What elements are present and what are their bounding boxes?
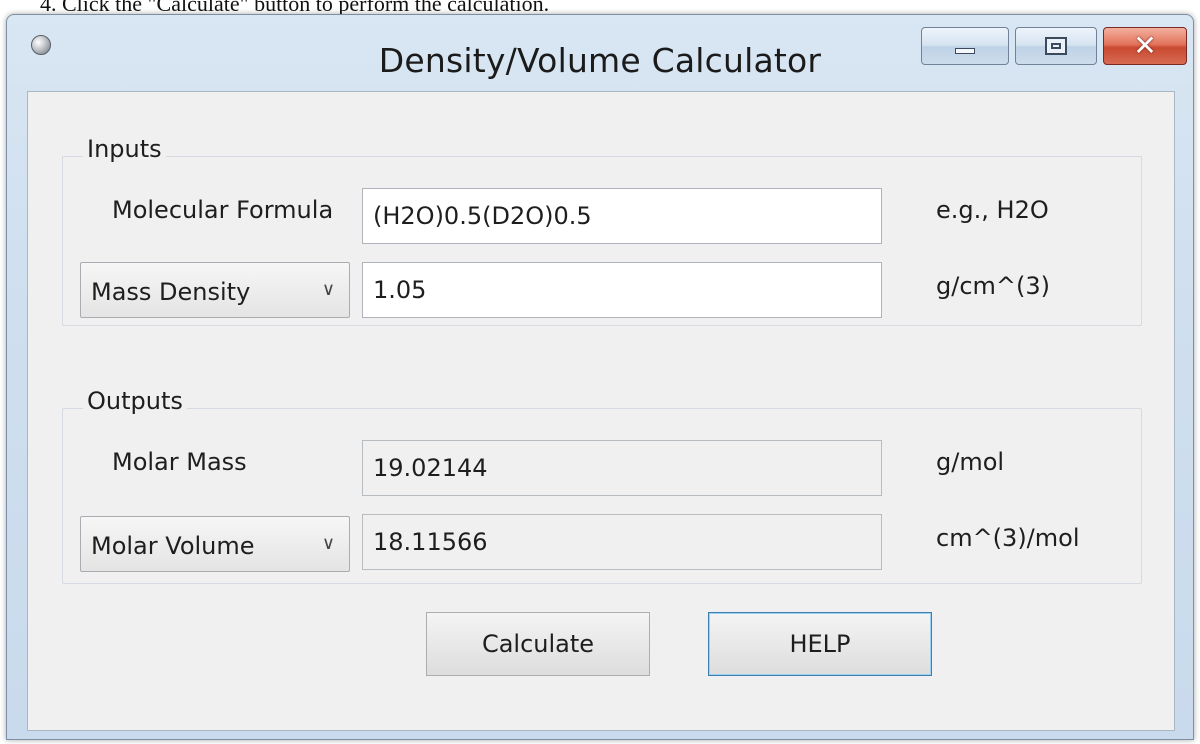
close-button[interactable]: ✕ [1103, 27, 1187, 65]
client-area: Inputs Molecular Formula (H2O)0.5(D2O)0.… [27, 91, 1175, 731]
inputs-group-label: Inputs [83, 135, 166, 163]
molar-mass-output: 19.02144 [362, 440, 882, 496]
help-button[interactable]: HELP [708, 612, 932, 676]
formula-hint: e.g., H2O [936, 196, 1049, 224]
molar-mass-label: Molar Mass [112, 448, 247, 476]
density-type-value: Mass Density [91, 278, 251, 306]
molecular-formula-label: Molecular Formula [112, 196, 334, 224]
minimize-button[interactable] [921, 27, 1009, 65]
chevron-down-icon: ∨ [321, 279, 335, 300]
molecular-formula-input[interactable]: (H2O)0.5(D2O)0.5 [362, 188, 882, 244]
minimize-icon [955, 48, 975, 54]
volume-type-value: Molar Volume [91, 532, 255, 560]
volume-type-select[interactable]: Molar Volume ∨ [80, 516, 350, 572]
outputs-group-label: Outputs [83, 387, 187, 415]
maximize-button[interactable] [1015, 27, 1097, 65]
molar-mass-unit: g/mol [936, 448, 1005, 476]
density-input[interactable]: 1.05 [362, 262, 882, 318]
chevron-down-icon: ∨ [321, 533, 335, 554]
maximize-icon [1045, 37, 1067, 55]
density-type-select[interactable]: Mass Density ∨ [80, 262, 350, 318]
calculator-window: Density/Volume Calculator ✕ Inputs Molec… [6, 14, 1194, 740]
close-icon: ✕ [1133, 29, 1157, 62]
calculate-button[interactable]: Calculate [426, 612, 650, 676]
title-bar[interactable]: Density/Volume Calculator ✕ [7, 15, 1193, 91]
molar-volume-unit: cm^(3)/mol [936, 524, 1080, 552]
density-unit: g/cm^(3) [936, 272, 1050, 300]
molar-volume-output: 18.11566 [362, 514, 882, 570]
